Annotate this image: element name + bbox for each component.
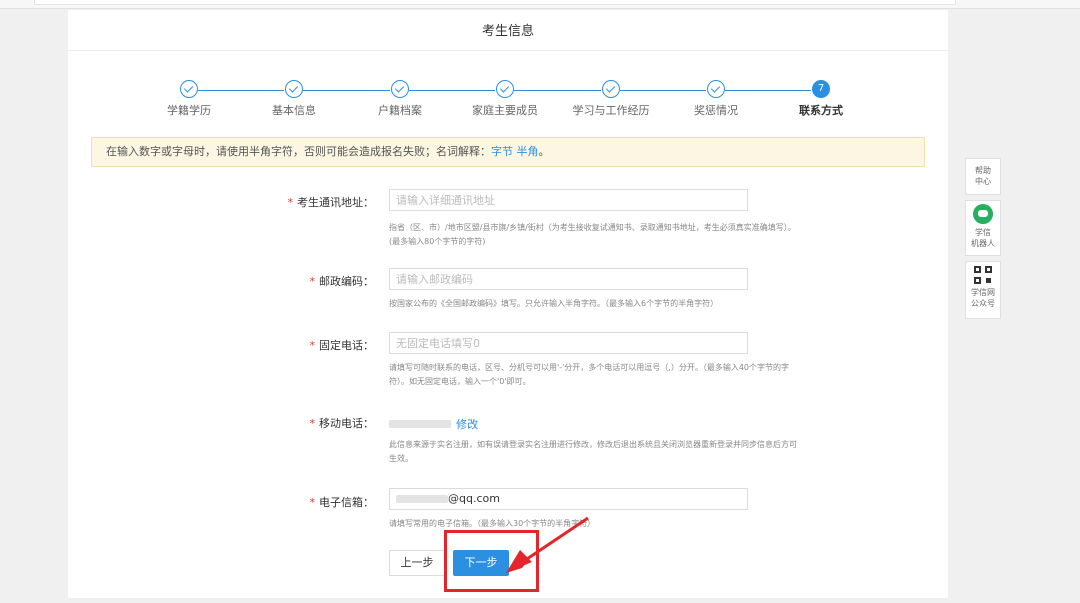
red-arrow-annotation <box>506 516 589 573</box>
wechat-account-button[interactable]: 学信网 公众号 <box>965 261 1001 319</box>
browser-top-bar <box>0 0 1080 9</box>
mobile-number-redacted <box>389 419 451 428</box>
prev-step-button[interactable]: 上一步 <box>389 550 445 576</box>
step-7-label: 联系方式 <box>799 104 843 117</box>
step-7-number: 7 <box>812 80 830 98</box>
half-width-notice: 在输入数字或字母时，请使用半角字符，否则可能会造成报名失败；名词解释：字节 半角… <box>91 137 925 167</box>
mobile-edit-link[interactable]: 修改 <box>456 418 478 431</box>
step-1-label[interactable]: 学籍学历 <box>139 102 239 118</box>
page-title: 考生信息 <box>481 24 534 39</box>
step-connector <box>620 90 706 91</box>
address-input[interactable] <box>389 189 748 211</box>
qr-code-icon <box>974 266 992 284</box>
phone-hint: 请填写可随时联系的电话，区号、分机号可以用'-'分开，多个电话可以用逗号（,）分… <box>389 363 790 386</box>
form-card: 考生信息 学籍学历 基本信息 户籍档案 家庭主要成员 学习与工作经历 奖惩情况 … <box>68 10 948 598</box>
step-connector <box>303 90 390 91</box>
notice-link-byte[interactable]: 字节 <box>491 145 513 158</box>
card-header: 考生信息 <box>68 10 948 51</box>
notice-link-halfwidth[interactable]: 半角 <box>517 145 539 158</box>
step-1-check-icon <box>180 80 198 98</box>
step-6-label[interactable]: 奖惩情况 <box>666 102 766 118</box>
email-label: * 电子信箱： <box>309 496 375 509</box>
step-connector <box>409 90 495 91</box>
step-4-check-icon <box>496 80 514 98</box>
address-hint: 指省（区、市）/地市区盟/县市旗/乡镇/街村（为考生接收复试通知书、录取通知书地… <box>389 223 796 246</box>
step-2-label[interactable]: 基本信息 <box>244 102 344 118</box>
postcode-input[interactable] <box>389 268 748 290</box>
step-5-check-icon <box>602 80 620 98</box>
help-center-button[interactable]: 帮助 中心 <box>965 158 1001 195</box>
step-connector <box>198 90 284 91</box>
step-3-check-icon <box>391 80 409 98</box>
step-connector <box>725 90 811 91</box>
email-domain: @qq.com <box>448 492 500 505</box>
step-connector <box>514 90 601 91</box>
step-6-check-icon <box>707 80 725 98</box>
address-label: * 考生通讯地址： <box>287 196 375 209</box>
postcode-hint: 按国家公布的《全国邮政编码》填写。只允许输入半角字符。（最多输入6个字节的半角字… <box>389 299 719 308</box>
browser-tab-strip <box>34 0 956 5</box>
notice-text: 在输入数字或字母时，请使用半角字符，否则可能会造成报名失败；名词解释： <box>106 145 491 158</box>
phone-input[interactable] <box>389 332 748 354</box>
phone-label: * 固定电话： <box>309 339 375 352</box>
step-2-check-icon <box>285 80 303 98</box>
postcode-label: * 邮政编码： <box>309 275 375 288</box>
robot-icon <box>973 204 993 224</box>
progress-stepper: 学籍学历 基本信息 户籍档案 家庭主要成员 学习与工作经历 奖惩情况 7 联系方… <box>68 80 948 120</box>
step-3-label[interactable]: 户籍档案 <box>350 102 450 118</box>
mobile-hint: 此信息来源于实名注册，如有误请登录实名注册进行修改，修改后退出系统且关闭浏览器重… <box>389 440 797 463</box>
notice-end: 。 <box>538 145 550 158</box>
mobile-label: * 移动电话： <box>309 417 375 430</box>
email-hint: 请填写常用的电子信箱。（最多输入30个字节的半角字符） <box>389 519 596 528</box>
step-4-label[interactable]: 家庭主要成员 <box>455 102 555 118</box>
email-user-redacted <box>396 495 448 503</box>
mobile-value: 修改 <box>389 413 478 432</box>
step-5-label[interactable]: 学习与工作经历 <box>561 102 661 118</box>
email-input[interactable]: @qq.com <box>389 488 748 510</box>
robot-assistant-button[interactable]: 学信 机器人 <box>965 200 1001 256</box>
